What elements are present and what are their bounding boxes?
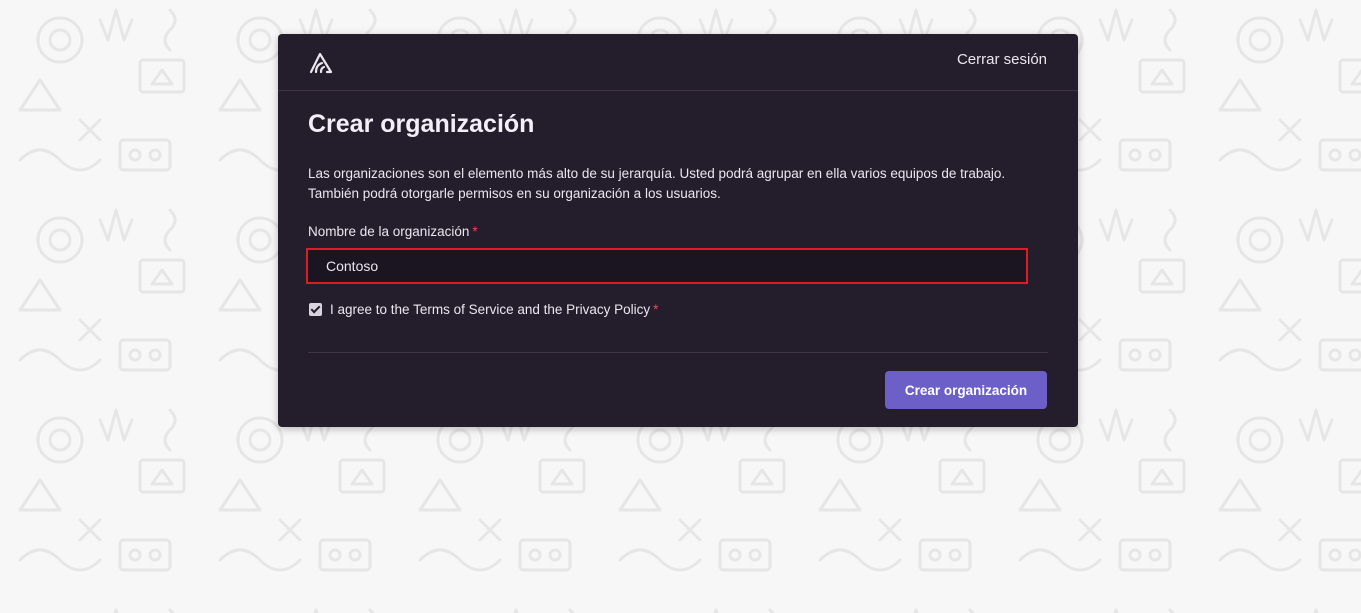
footer-divider	[308, 352, 1048, 353]
page-title: Crear organización	[308, 110, 535, 138]
terms-required-marker: *	[653, 302, 659, 317]
org-name-field-wrapper	[306, 248, 1028, 284]
terms-label: I agree to the Terms of Service and the …	[330, 302, 658, 317]
create-organization-card: Cerrar sesión Crear organización Las org…	[278, 34, 1078, 427]
org-name-label: Nombre de la organización *	[308, 224, 1048, 239]
terms-label-text: I agree to the Terms of Service and the …	[330, 302, 651, 317]
card-body: Crear organización Las organizaciones so…	[278, 91, 1078, 239]
org-name-input[interactable]	[308, 250, 1026, 282]
terms-agreement-row: I agree to the Terms of Service and the …	[309, 302, 658, 317]
card-header: Cerrar sesión	[278, 34, 1078, 91]
terms-checkbox[interactable]	[309, 303, 322, 316]
org-name-label-text: Nombre de la organización	[308, 224, 470, 239]
create-organization-button[interactable]: Crear organización	[885, 371, 1047, 409]
page-description: Las organizaciones son el elemento más a…	[308, 166, 1006, 201]
required-marker: *	[472, 224, 478, 239]
sentry-logo-icon	[309, 52, 333, 74]
logout-link[interactable]: Cerrar sesión	[957, 51, 1047, 68]
